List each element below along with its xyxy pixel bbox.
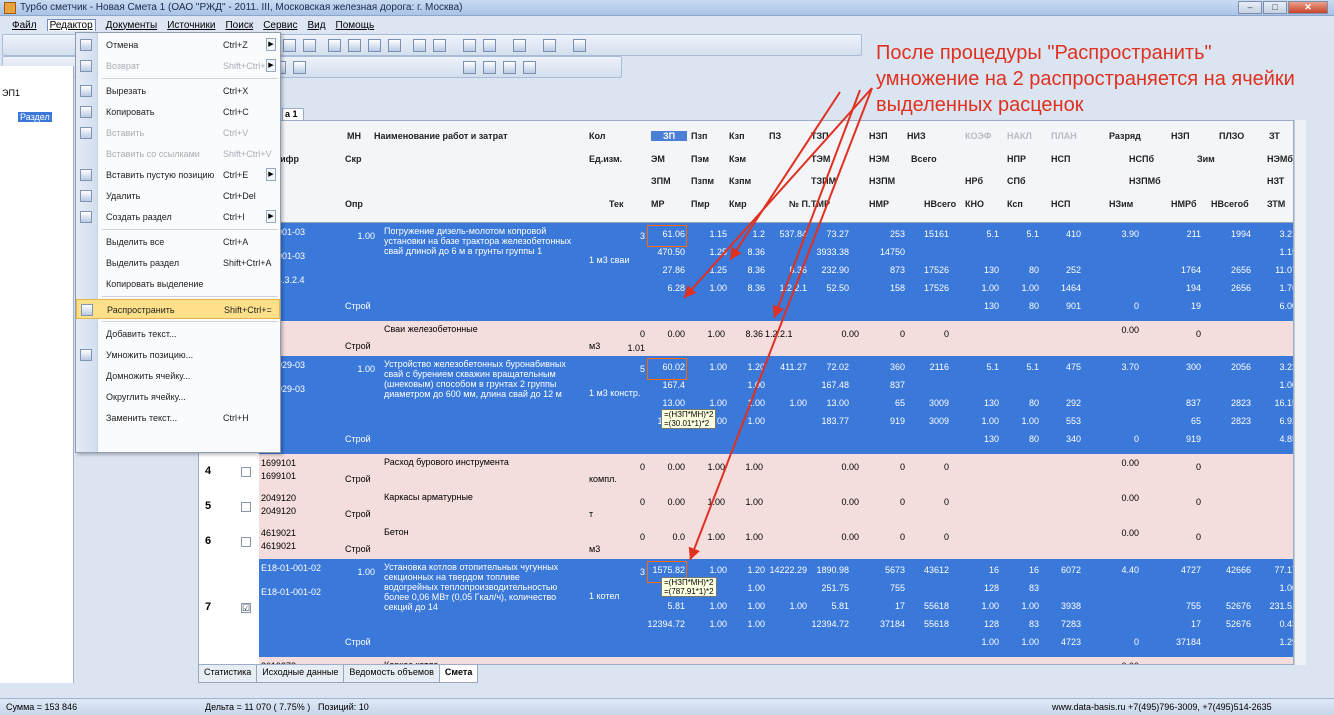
status-delta: Дельта = 11 070 ( 7.75% ): [205, 702, 311, 712]
tab-source-data[interactable]: Исходные данные: [256, 665, 345, 683]
status-contacts: www.data-basis.ru +7(495)796-3009, +7(49…: [1052, 702, 1272, 712]
app-window: Турбо сметчик - Новая Смета 1 (ОАО "РЖД"…: [0, 0, 1334, 715]
status-sum: Сумма = 153 846: [6, 702, 78, 712]
tab-volumes[interactable]: Ведомость объемов: [343, 665, 440, 683]
arrow-line: [729, 91, 841, 261]
status-positions: Позиций: 10: [318, 702, 369, 712]
annotation-arrows: [683, 87, 873, 561]
tab-statistics[interactable]: Статистика: [198, 665, 258, 683]
tab-estimate[interactable]: Смета: [438, 665, 479, 683]
arrow-line: [772, 89, 861, 319]
status-bar: Сумма = 153 846 Дельта = 11 070 ( 7.75% …: [0, 698, 1334, 715]
bottom-tabs: Статистика Исходные данные Ведомость объ…: [198, 665, 479, 683]
arrow-line: [683, 87, 873, 299]
arrow-line: [688, 87, 873, 561]
